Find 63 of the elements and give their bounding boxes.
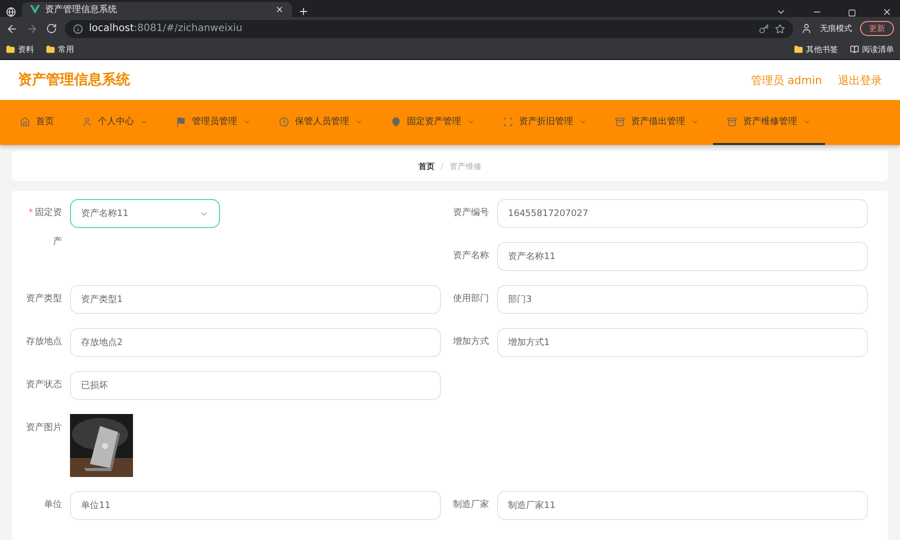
app-title: 资产管理信息系统 <box>18 71 131 89</box>
back-icon[interactable] <box>6 22 18 34</box>
field-label: 资产状态 <box>25 378 62 392</box>
bookmark[interactable]: 其他书签 <box>806 44 838 55</box>
nav-item[interactable]: 资产借出管理 <box>631 115 685 128</box>
nav-item[interactable]: 资产维修管理 <box>743 115 797 128</box>
input-field[interactable]: 16455817207027 <box>497 199 868 228</box>
map-pin-icon <box>391 116 401 126</box>
field-label: 资产图片 <box>25 422 62 435</box>
browser-tab[interactable]: 资产管理信息系统 <box>22 2 292 17</box>
user-icon <box>82 116 92 126</box>
v-logo-icon <box>30 5 40 14</box>
field-label: 增加方式 <box>452 336 489 349</box>
field-label: 单位 <box>43 498 62 512</box>
home-icon <box>20 116 30 126</box>
breadcrumb-separator: / <box>440 162 444 170</box>
nav-item[interactable]: 管理员管理 <box>192 115 237 128</box>
input-field[interactable]: 资产类型1 <box>70 285 441 314</box>
folder-icon[interactable] <box>6 45 15 54</box>
folder-icon[interactable] <box>46 45 55 54</box>
archive-icon <box>727 116 737 126</box>
input-field[interactable]: 增加方式1 <box>497 328 868 357</box>
flag-icon <box>176 116 186 126</box>
frame-icon <box>503 116 513 126</box>
bookmark[interactable]: 常用 <box>58 44 74 55</box>
update-button[interactable]: 更新 <box>860 21 894 36</box>
close-tab-icon[interactable] <box>275 5 284 14</box>
folder-icon[interactable] <box>794 45 803 54</box>
reload-icon[interactable] <box>46 23 57 34</box>
globe-icon <box>6 7 16 17</box>
incognito-label: 无痕模式 <box>820 23 852 34</box>
nav-item[interactable]: 固定资产管理 <box>407 115 461 128</box>
field-label: 资产名称 <box>452 250 489 263</box>
input-field[interactable]: 已损坏 <box>70 371 441 400</box>
nav-item[interactable]: 资产折旧管理 <box>519 115 573 128</box>
bookmark[interactable]: 资料 <box>18 44 34 55</box>
reading-list[interactable]: 阅读清单 <box>862 44 894 55</box>
field-label: 资产编号 <box>452 206 489 220</box>
clock-icon <box>279 116 289 126</box>
input-field[interactable]: 单位11 <box>70 491 441 520</box>
input-field[interactable]: 制造厂家11 <box>497 491 868 520</box>
archive-icon <box>615 116 625 126</box>
nav-item[interactable]: 首页 <box>36 115 54 128</box>
field-label: 制造厂家 <box>452 498 489 512</box>
input-field[interactable]: 存放地点2 <box>70 328 441 357</box>
incognito-icon <box>801 23 812 34</box>
field-label: 存放地点 <box>25 336 62 349</box>
book-icon[interactable] <box>850 45 859 54</box>
close-icon[interactable] <box>882 7 892 17</box>
forward-icon[interactable] <box>26 22 38 34</box>
breadcrumb-item[interactable]: 首页 <box>418 160 435 172</box>
field-label: 使用部门 <box>452 292 489 306</box>
nav-item[interactable]: 保管人员管理 <box>295 115 349 128</box>
field-label: 资产类型 <box>25 292 62 306</box>
input-field[interactable]: 部门3 <box>497 285 868 314</box>
nav-item[interactable]: 个人中心 <box>98 115 134 128</box>
select-field[interactable]: 资产名称11 <box>70 199 220 228</box>
input-field[interactable]: 资产名称11 <box>497 242 868 271</box>
address-bar[interactable]: localhost:8081/#/zichanweixiu <box>65 20 793 38</box>
field-label: * 固定资产 <box>28 206 62 249</box>
maximize-icon[interactable] <box>848 9 856 17</box>
new-tab-icon[interactable] <box>298 6 309 17</box>
breadcrumb-item: 资产维修 <box>449 160 482 172</box>
